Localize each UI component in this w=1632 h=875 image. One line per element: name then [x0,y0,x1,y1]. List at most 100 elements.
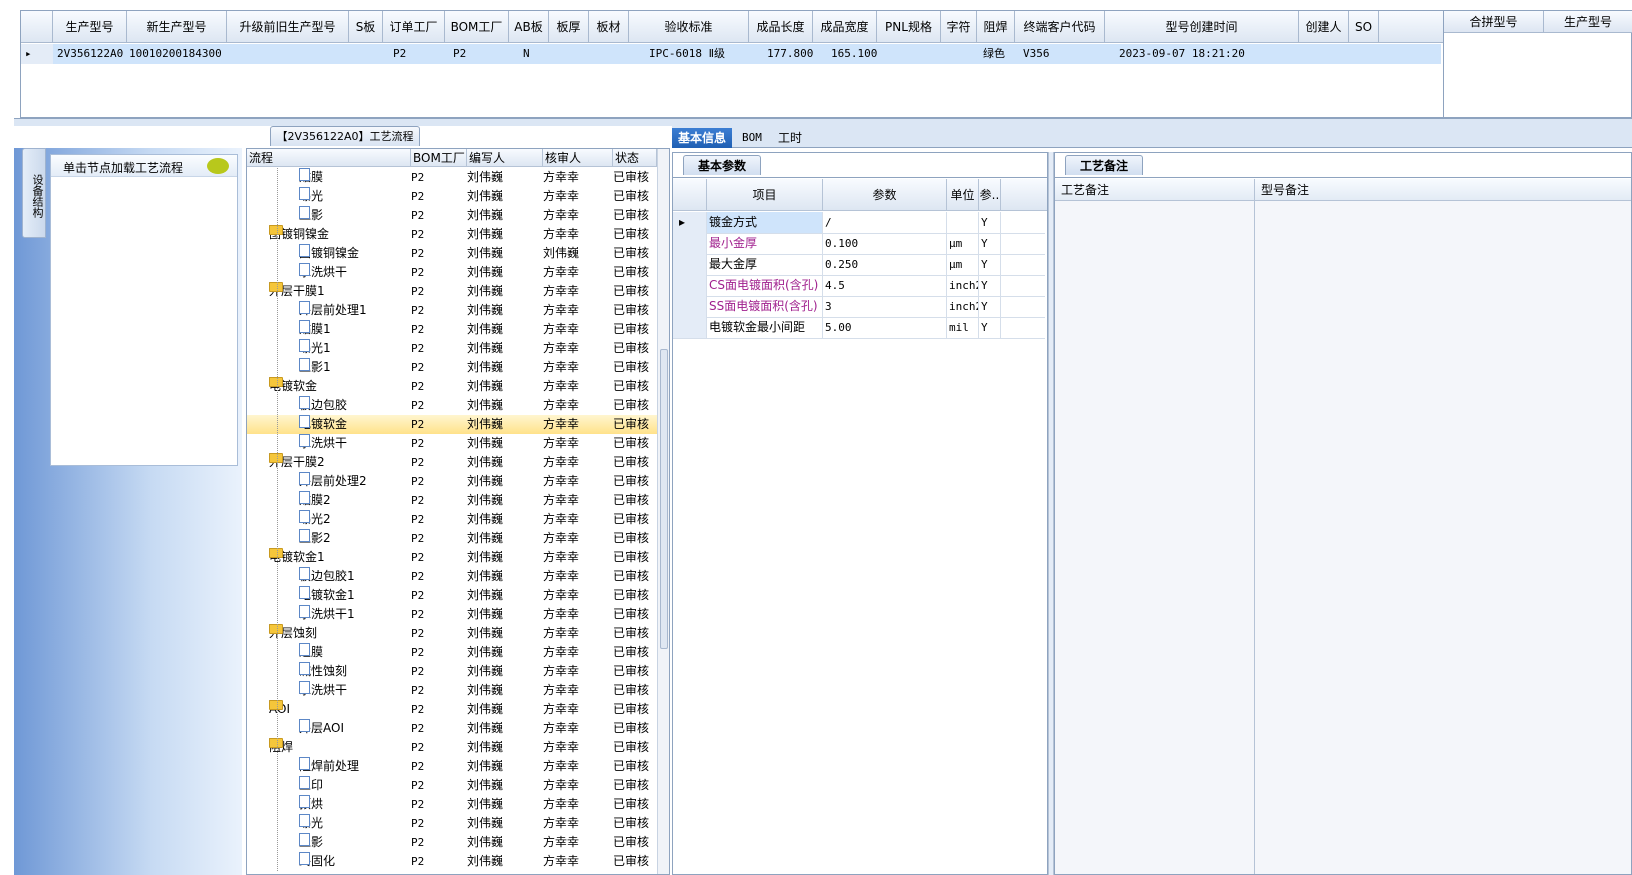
tree-node[interactable]: 贴膜2 P2 刘伟巍 方幸幸 已审核 [247,491,657,510]
param-value[interactable]: / [823,212,947,233]
tree-node[interactable]: 显影 P2 刘伟巍 方幸幸 已审核 [247,206,657,225]
col-header-length[interactable]: 成品长度 [749,11,813,43]
tree-node[interactable]: 终固化 P2 刘伟巍 方幸幸 已审核 [247,852,657,871]
params-row[interactable]: ▸ 镀金方式 / Y [673,212,1045,234]
cell-customer-code[interactable]: V356 [1021,44,1101,64]
cell-model[interactable]: 2V356122A0 [55,44,127,64]
tree-node[interactable]: 曝光2 P2 刘伟巍 方幸幸 已审核 [247,510,657,529]
param-value[interactable]: 0.100 [823,233,947,254]
cell-length[interactable]: 177.800 [765,44,813,64]
tree-col-status[interactable]: 状态 [613,149,657,167]
col-header-so[interactable]: SO [1349,11,1379,43]
model-remarks-textarea[interactable] [1255,201,1631,874]
tree-node[interactable]: −图镀铜镍金P2刘伟巍方幸幸已审核 [247,225,657,244]
tree-col-author[interactable]: 编写人 [467,149,543,167]
tree-node[interactable]: −电镀软金1P2刘伟巍方幸幸已审核 [247,548,657,567]
cell-new-model[interactable]: 10010200184300 [127,44,227,64]
params-row[interactable]: 最大金厚 0.250 μm Y [673,254,1045,276]
params-row[interactable]: CS面电镀面积(含孔) 4.5 inch2 Y [673,275,1045,297]
tree-node[interactable]: 贴膜1 P2 刘伟巍 方幸幸 已审核 [247,320,657,339]
cell-solder-mask[interactable]: 绿色 [981,44,1015,64]
tree-node[interactable]: 预烘 P2 刘伟巍 方幸幸 已审核 [247,795,657,814]
params-row[interactable]: SS面电镀面积(含孔) 3 inch2 Y [673,296,1045,318]
tree-node[interactable]: 外层前处理2 P2 刘伟巍 方幸幸 已审核 [247,472,657,491]
col-header-creator[interactable]: 创建人 [1299,11,1349,43]
tree-col-flow[interactable]: 流程 [247,149,411,167]
tree-node[interactable]: 丝印 P2 刘伟巍 方幸幸 已审核 [247,776,657,795]
cell-width[interactable]: 165.100 [829,44,877,64]
cell-created-time[interactable]: 2023-09-07 18:21:20 [1117,44,1297,64]
col-header-merge-model[interactable]: 合拼型号 [1444,11,1544,33]
tree-node[interactable]: 外层AOI P2 刘伟巍 方幸幸 已审核 [247,719,657,738]
param-value[interactable]: 5.00 [823,317,947,338]
col-header-prod-model[interactable]: 生产型号 [1544,11,1632,33]
horizontal-splitter[interactable] [14,118,1632,126]
col-header-material[interactable]: 板材 [589,11,629,43]
tree-node[interactable]: 水洗烘干1 P2 刘伟巍 方幸幸 已审核 [247,605,657,624]
tree-node[interactable]: 电镀软金1 P2 刘伟巍 方幸幸 已审核 [247,586,657,605]
tree-node[interactable]: 板边包胶1 P2 刘伟巍 方幸幸 已审核 [247,567,657,586]
tab-bom[interactable]: BOM [736,128,768,148]
cell-order-factory[interactable]: P2 [391,44,441,64]
process-flow-title[interactable]: 【2V356122A0】工艺流程 [270,126,420,146]
tree-node[interactable]: −AOIP2刘伟巍方幸幸已审核 [247,700,657,719]
scrollbar-thumb[interactable] [660,349,668,649]
cell-ab-board[interactable]: N [521,44,547,64]
param-value[interactable]: 3 [823,296,947,317]
process-remarks-textarea[interactable] [1055,201,1255,874]
col-header-pnl[interactable]: PNL规格 [877,11,941,43]
tab-work-hours[interactable]: 工时 [772,128,808,148]
tree-scrollbar[interactable] [657,149,669,874]
tree-node[interactable]: −电镀软金P2刘伟巍方幸幸已审核 [247,377,657,396]
tree-node[interactable]: 水洗烘干 P2 刘伟巍 方幸幸 已审核 [247,681,657,700]
param-value[interactable]: 0.250 [823,254,947,275]
cell-acceptance[interactable]: IPC-6018 Ⅱ级 [647,44,747,64]
col-header-acceptance[interactable]: 验收标准 [629,11,749,43]
params-row[interactable]: 电镀软金最小间距 5.00 mil Y [673,317,1045,339]
tree-node[interactable]: 板边包胶 P2 刘伟巍 方幸幸 已审核 [247,396,657,415]
tree-node[interactable]: −外层蚀刻P2刘伟巍方幸幸已审核 [247,624,657,643]
col-header-width[interactable]: 成品宽度 [813,11,877,43]
param-value[interactable]: 4.5 [823,275,947,296]
tree-col-bom[interactable]: BOM工厂 [411,149,467,167]
tree-node[interactable]: 显影1 P2 刘伟巍 方幸幸 已审核 [247,358,657,377]
params-col-unit[interactable]: 单位 [947,179,979,211]
col-header-model[interactable]: 生产型号 [53,11,127,43]
tree-node[interactable]: 电镀软金 P2 刘伟巍 方幸幸 已审核 [247,415,657,434]
tree-node[interactable]: −外层干膜2P2刘伟巍方幸幸已审核 [247,453,657,472]
tree-node[interactable]: 贴膜 P2 刘伟巍 方幸幸 已审核 [247,168,657,187]
tree-node[interactable]: −外层干膜1P2刘伟巍方幸幸已审核 [247,282,657,301]
tree-node[interactable]: 水洗烘干 P2 刘伟巍 方幸幸 已审核 [247,434,657,453]
tree-node[interactable]: 退膜 P2 刘伟巍 方幸幸 已审核 [247,643,657,662]
col-header-solder[interactable]: 阻焊 [977,11,1015,43]
tree-node[interactable]: 图镀铜镍金 P2 刘伟巍 刘伟巍 已审核 [247,244,657,263]
subtab-basic-params[interactable]: 基本参数 [683,155,762,175]
col-header-bom-factory[interactable]: BOM工厂 [445,11,509,43]
cell-bom-factory[interactable]: P2 [451,44,501,64]
tab-basic-info[interactable]: 基本信息 [672,128,733,148]
tab-device-structure[interactable]: 设备结构 [22,148,46,238]
col-header-new-model[interactable]: 新生产型号 [127,11,227,43]
col-header-char[interactable]: 字符 [941,11,977,43]
col-header-thickness[interactable]: 板厚 [549,11,589,43]
tree-node[interactable]: 曝光 P2 刘伟巍 方幸幸 已审核 [247,814,657,833]
col-header-order-factory[interactable]: 订单工厂 [383,11,445,43]
params-col-value[interactable]: 参数 [823,179,947,211]
tree-node[interactable]: 显影 P2 刘伟巍 方幸幸 已审核 [247,833,657,852]
tree-node[interactable]: 曝光 P2 刘伟巍 方幸幸 已审核 [247,187,657,206]
col-header-ab-board[interactable]: AB板 [509,11,549,43]
col-header-created-time[interactable]: 型号创建时间 [1105,11,1299,43]
col-header-old-model[interactable]: 升级前旧生产型号 [227,11,349,43]
col-header-s-board[interactable]: S板 [349,11,383,43]
tree-node[interactable]: −阻焊P2刘伟巍方幸幸已审核 [247,738,657,757]
params-col-flag[interactable]: 参.. [979,179,1001,211]
tree-node[interactable]: 碱性蚀刻 P2 刘伟巍 方幸幸 已审核 [247,662,657,681]
params-col-item[interactable]: 项目 [707,179,823,211]
tree-node[interactable]: 显影2 P2 刘伟巍 方幸幸 已审核 [247,529,657,548]
subtab-process-remarks[interactable]: 工艺备注 [1065,155,1144,175]
tree-node[interactable]: 阻焊前处理 P2 刘伟巍 方幸幸 已审核 [247,757,657,776]
tree-node[interactable]: 外层前处理1 P2 刘伟巍 方幸幸 已审核 [247,301,657,320]
tree-node[interactable]: 水洗烘干 P2 刘伟巍 方幸幸 已审核 [247,263,657,282]
tree-node[interactable]: 曝光1 P2 刘伟巍 方幸幸 已审核 [247,339,657,358]
params-row[interactable]: 最小金厚 0.100 μm Y [673,233,1045,255]
